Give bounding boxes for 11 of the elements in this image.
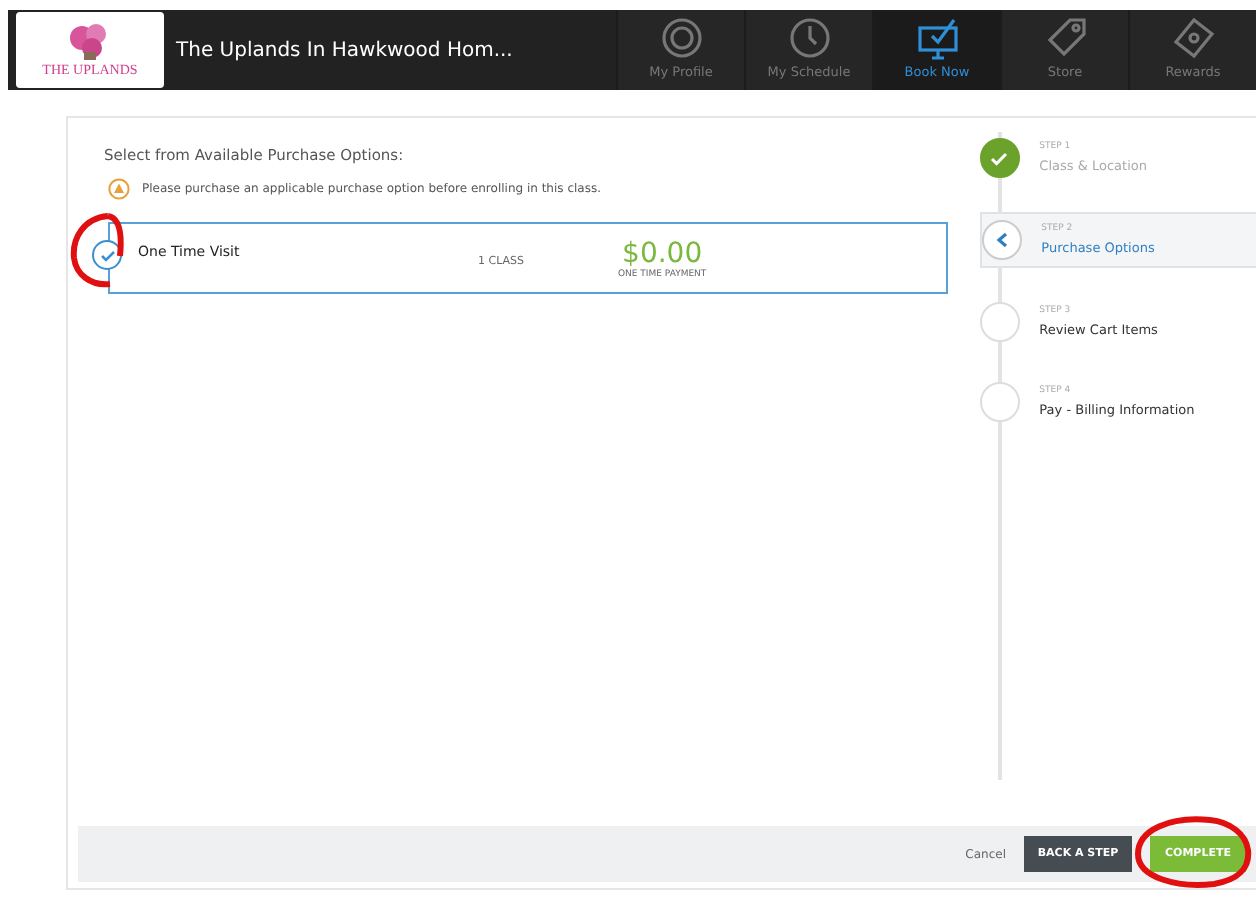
- clock-icon: [785, 16, 833, 60]
- check-icon: [99, 249, 115, 261]
- badge-icon: [657, 16, 705, 60]
- option-price: $0.00: [622, 238, 703, 270]
- site-title: The Uplands In Hawkwood Hom...: [176, 39, 515, 61]
- option-checkbox[interactable]: [92, 240, 122, 270]
- warning-icon: [108, 178, 130, 200]
- chevron-left-icon: [995, 232, 1008, 248]
- check-icon: [990, 151, 1009, 165]
- monitor-icon: [913, 16, 961, 60]
- ticket-icon: [1169, 16, 1217, 60]
